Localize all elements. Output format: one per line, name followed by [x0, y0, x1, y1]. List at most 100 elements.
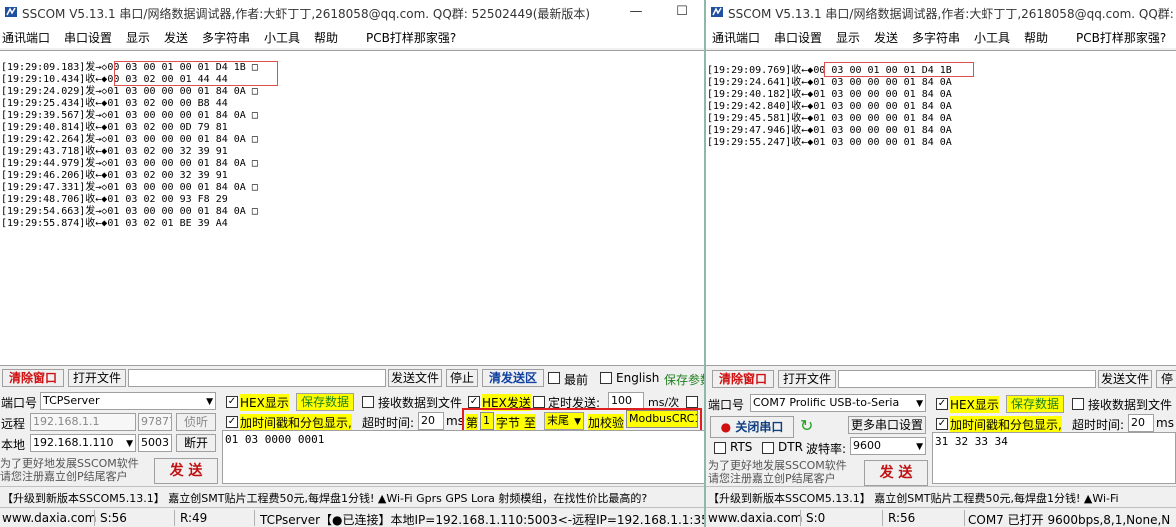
file-path-input[interactable]: [128, 369, 386, 387]
status-site[interactable]: www.daxia.com: [708, 511, 802, 525]
refresh-icon[interactable]: ↻: [800, 416, 813, 435]
disconnect-button[interactable]: 断开: [176, 434, 216, 452]
menu-tools[interactable]: 小工具: [264, 29, 300, 46]
ad-bar[interactable]: 【升级到新版本SSCOM5.13.1】 嘉立创SMT贴片工程费50元,每焊盘1分…: [706, 486, 1176, 506]
chevron-down-icon: ▼: [126, 439, 133, 449]
timeout-input[interactable]: 20: [1128, 414, 1154, 432]
send-file-button[interactable]: 发送文件: [1098, 370, 1152, 388]
log-line: [19:29:55.247]收←◆01 03 00 00 00 01 84 0A: [707, 137, 952, 148]
rts-checkbox[interactable]: [714, 442, 726, 454]
status-separator: [882, 510, 883, 526]
log-line: [19:29:43.718]收←◆01 03 02 00 32 39 91: [1, 146, 228, 157]
menu-comm-port[interactable]: 通讯端口: [2, 29, 50, 46]
sscom-app-icon: [711, 7, 723, 17]
timeout-label: 超时时间:: [362, 416, 415, 430]
receive-area[interactable]: [19:29:09.769]收←◆00 03 00 01 00 01 D4 1B…: [706, 50, 1176, 366]
send-button[interactable]: 发 送: [864, 460, 928, 486]
recv-to-file-checkbox[interactable]: [1072, 398, 1084, 410]
right-sscom-window: SSCOM V5.13.1 串口/网络数据调试器,作者:大虾丁丁,2618058…: [706, 0, 1176, 527]
english-label: English: [616, 371, 660, 385]
send-button[interactable]: 发 送: [154, 458, 218, 484]
more-serial-settings-button[interactable]: 更多串口设置: [848, 416, 926, 434]
stop-button[interactable]: 停: [1156, 370, 1176, 388]
topmost-checkbox[interactable]: [548, 372, 560, 384]
log-line: [19:29:54.663]发→◇01 03 00 00 00 01 84 0A…: [1, 206, 258, 217]
timed-send-checkbox[interactable]: [533, 396, 545, 408]
port-select[interactable]: COM7 Prolific USB-to-Seria ▼: [750, 394, 926, 412]
local-ip-select[interactable]: 192.168.1.110 ▼: [30, 434, 136, 452]
baud-label: 波特率:: [806, 442, 847, 456]
port-label: 端口号: [708, 398, 745, 412]
status-connection: TCPserver【●已连接】本地IP=192.168.1.110:5003<-…: [260, 513, 705, 527]
save-params-link[interactable]: 保存参数: [664, 371, 705, 388]
chevron-down-icon: ▼: [574, 417, 581, 427]
local-port-input[interactable]: 5003: [138, 434, 172, 452]
dtr-checkbox[interactable]: [762, 442, 774, 454]
remote-label: 远程: [1, 417, 26, 431]
checksum-algo-select[interactable]: ModbusCRC16: [626, 410, 698, 428]
hex-display-checkbox[interactable]: ✓: [936, 398, 948, 410]
menu-display[interactable]: 显示: [836, 29, 860, 46]
english-checkbox[interactable]: [600, 372, 612, 384]
timestamp-checkbox[interactable]: ✓: [226, 416, 238, 428]
port-select-value: TCPServer: [43, 394, 100, 407]
send-input[interactable]: 31 32 33 34: [932, 432, 1176, 484]
port-select-value: COM7 Prolific USB-to-Seria: [753, 396, 900, 409]
port-select[interactable]: TCPServer ▼: [40, 392, 216, 410]
timeout-input[interactable]: 20: [418, 412, 444, 430]
log-line: [19:29:46.206]收←◆01 03 02 00 32 39 91: [1, 170, 228, 181]
recv-to-file-checkbox[interactable]: [362, 396, 374, 408]
checksum-to-select[interactable]: 末尾 ▼: [544, 412, 584, 430]
hex-display-label: HEX显示: [950, 396, 999, 413]
remote-port-input[interactable]: 97877: [138, 413, 172, 431]
receive-area[interactable]: [19:29:09.183]发→◇00 03 00 01 00 01 D4 1B…: [0, 50, 705, 366]
status-site[interactable]: www.daxia.com: [2, 511, 96, 525]
clear-window-button[interactable]: 清除窗口: [2, 369, 64, 387]
menu-send[interactable]: 发送: [874, 29, 898, 46]
stop-button[interactable]: 停止: [446, 369, 478, 387]
remote-ip-input[interactable]: 192.168.1.1: [30, 413, 136, 431]
listen-button[interactable]: 侦听: [176, 413, 216, 431]
log-line: [19:29:25.434]收←◆01 03 02 00 00 B8 44: [1, 98, 228, 109]
menu-serial-settings[interactable]: 串口设置: [64, 29, 112, 46]
menu-comm-port[interactable]: 通讯端口: [712, 29, 760, 46]
log-line: [19:29:39.567]发→◇01 03 00 00 00 01 84 0A…: [1, 110, 258, 121]
menu-help[interactable]: 帮助: [314, 29, 338, 46]
clear-send-button[interactable]: 清发送区: [482, 369, 544, 387]
status-connection: COM7 已打开 9600bps,8,1,None,N: [968, 513, 1171, 527]
menu-pcb-ad[interactable]: PCB打样那家强?: [1076, 29, 1166, 46]
send-file-button[interactable]: 发送文件: [388, 369, 442, 387]
menu-display[interactable]: 显示: [126, 29, 150, 46]
menu-multi-string[interactable]: 多字符串: [912, 29, 960, 46]
file-path-input[interactable]: [838, 370, 1096, 388]
window-title: SSCOM V5.13.1 串口/网络数据调试器,作者:大虾丁丁,2618058…: [22, 7, 591, 21]
close-port-button[interactable]: ● 关闭串口: [710, 416, 794, 438]
checksum-from-input[interactable]: 1: [480, 412, 494, 430]
maximize-icon[interactable]: ☐: [672, 3, 692, 21]
open-file-button[interactable]: 打开文件: [778, 370, 836, 388]
save-data-button[interactable]: 保存数据: [1006, 395, 1064, 413]
status-bar: www.daxia.com S:0 R:56 COM7 已打开 9600bps,…: [706, 507, 1176, 527]
open-file-button[interactable]: 打开文件: [68, 369, 126, 387]
timestamp-checkbox[interactable]: ✓: [936, 418, 948, 430]
menu-pcb-ad[interactable]: PCB打样那家强?: [366, 29, 456, 46]
window-title: SSCOM V5.13.1 串口/网络数据调试器,作者:大虾丁丁,2618058…: [728, 7, 1174, 21]
minimize-icon[interactable]: —: [626, 3, 646, 21]
extra-checkbox[interactable]: [686, 396, 698, 408]
baud-select[interactable]: 9600 ▼: [850, 437, 926, 455]
clear-window-button[interactable]: 清除窗口: [712, 370, 774, 388]
log-line: [19:29:48.706]收←◆01 03 02 00 93 F8 29: [1, 194, 228, 205]
log-line: [19:29:42.840]收←◆01 03 00 00 00 01 84 0A: [707, 101, 952, 112]
menu-multi-string[interactable]: 多字符串: [202, 29, 250, 46]
menu-bar: 通讯端口 串口设置 显示 发送 多字符串 小工具 帮助 PCB打样那家强?: [706, 26, 1176, 48]
ad-bar[interactable]: 【升级到新版本SSCOM5.13.1】 嘉立创SMT贴片工程费50元,每焊盘1分…: [0, 486, 705, 506]
send-input[interactable]: 01 03 0000 0001: [222, 430, 705, 484]
hex-send-checkbox[interactable]: ✓: [468, 396, 480, 408]
menu-help[interactable]: 帮助: [1024, 29, 1048, 46]
hex-display-checkbox[interactable]: ✓: [226, 396, 238, 408]
menu-tools[interactable]: 小工具: [974, 29, 1010, 46]
menu-send[interactable]: 发送: [164, 29, 188, 46]
promo-text-1: 为了更好地发展SSCOM软件: [0, 457, 139, 470]
save-data-button[interactable]: 保存数据: [296, 393, 354, 411]
menu-serial-settings[interactable]: 串口设置: [774, 29, 822, 46]
